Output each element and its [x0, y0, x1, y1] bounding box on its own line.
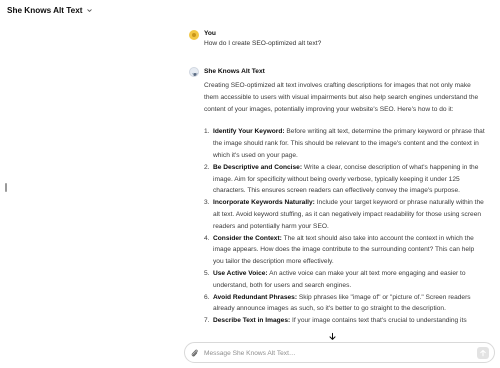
list-term: Be Descriptive and Concise:: [213, 163, 303, 171]
list-number: 1.: [204, 128, 210, 136]
list-number: 3.: [204, 199, 210, 207]
steps-list: 1. Identify Your Keyword: Before writing …: [204, 126, 486, 327]
list-term: Consider the Context:: [213, 234, 282, 242]
list-item: 1. Identify Your Keyword: Before writing …: [204, 126, 486, 161]
message-composer: [184, 342, 495, 363]
user-message: How do I create SEO-optimized alt text?: [204, 40, 322, 47]
assistant-logo-icon: [191, 72, 198, 76]
list-item: 3. Incorporate Keywords Naturally: Includ…: [204, 197, 486, 232]
arrow-down-icon: [328, 332, 336, 340]
list-term: Incorporate Keywords Naturally:: [213, 199, 315, 207]
list-number: 7.: [204, 317, 210, 325]
list-number: 5.: [204, 269, 210, 277]
list-item: 6. Avoid Redundant Phrases: Skip phrases …: [204, 292, 486, 316]
list-item: 4. Consider the Context: The alt text sho…: [204, 233, 486, 268]
paperclip-icon[interactable]: [190, 348, 199, 358]
list-text: If your image contains text that's cruci…: [290, 317, 467, 325]
arrow-up-icon: [480, 349, 486, 357]
list-term: Identify Your Keyword:: [213, 128, 285, 136]
conversation-thread: You How do I create SEO-optimized alt te…: [0, 0, 500, 338]
send-button[interactable]: [477, 347, 489, 359]
assistant-avatar: [189, 67, 199, 77]
message-input[interactable]: [204, 346, 459, 360]
user-avatar: [189, 30, 199, 40]
list-item: 7. Describe Text in Images: If your image…: [204, 315, 486, 327]
user-author-name: You: [204, 30, 216, 37]
list-item: 2. Be Descriptive and Concise: Write a cl…: [204, 162, 486, 197]
assistant-message: Creating SEO-optimized alt text involves…: [204, 80, 486, 327]
list-term: Avoid Redundant Phrases:: [213, 293, 298, 301]
list-number: 6.: [204, 293, 210, 301]
assistant-intro: Creating SEO-optimized alt text involves…: [204, 82, 479, 113]
list-number: 4.: [204, 234, 210, 242]
list-term: Use Active Voice:: [213, 269, 268, 277]
list-term: Describe Text in Images:: [213, 317, 291, 325]
assistant-author-name: She Knows Alt Text: [204, 68, 265, 75]
scroll-to-bottom-button[interactable]: [327, 331, 337, 341]
list-item: 5. Use Active Voice: An active voice can …: [204, 268, 486, 292]
list-number: 2.: [204, 163, 210, 171]
